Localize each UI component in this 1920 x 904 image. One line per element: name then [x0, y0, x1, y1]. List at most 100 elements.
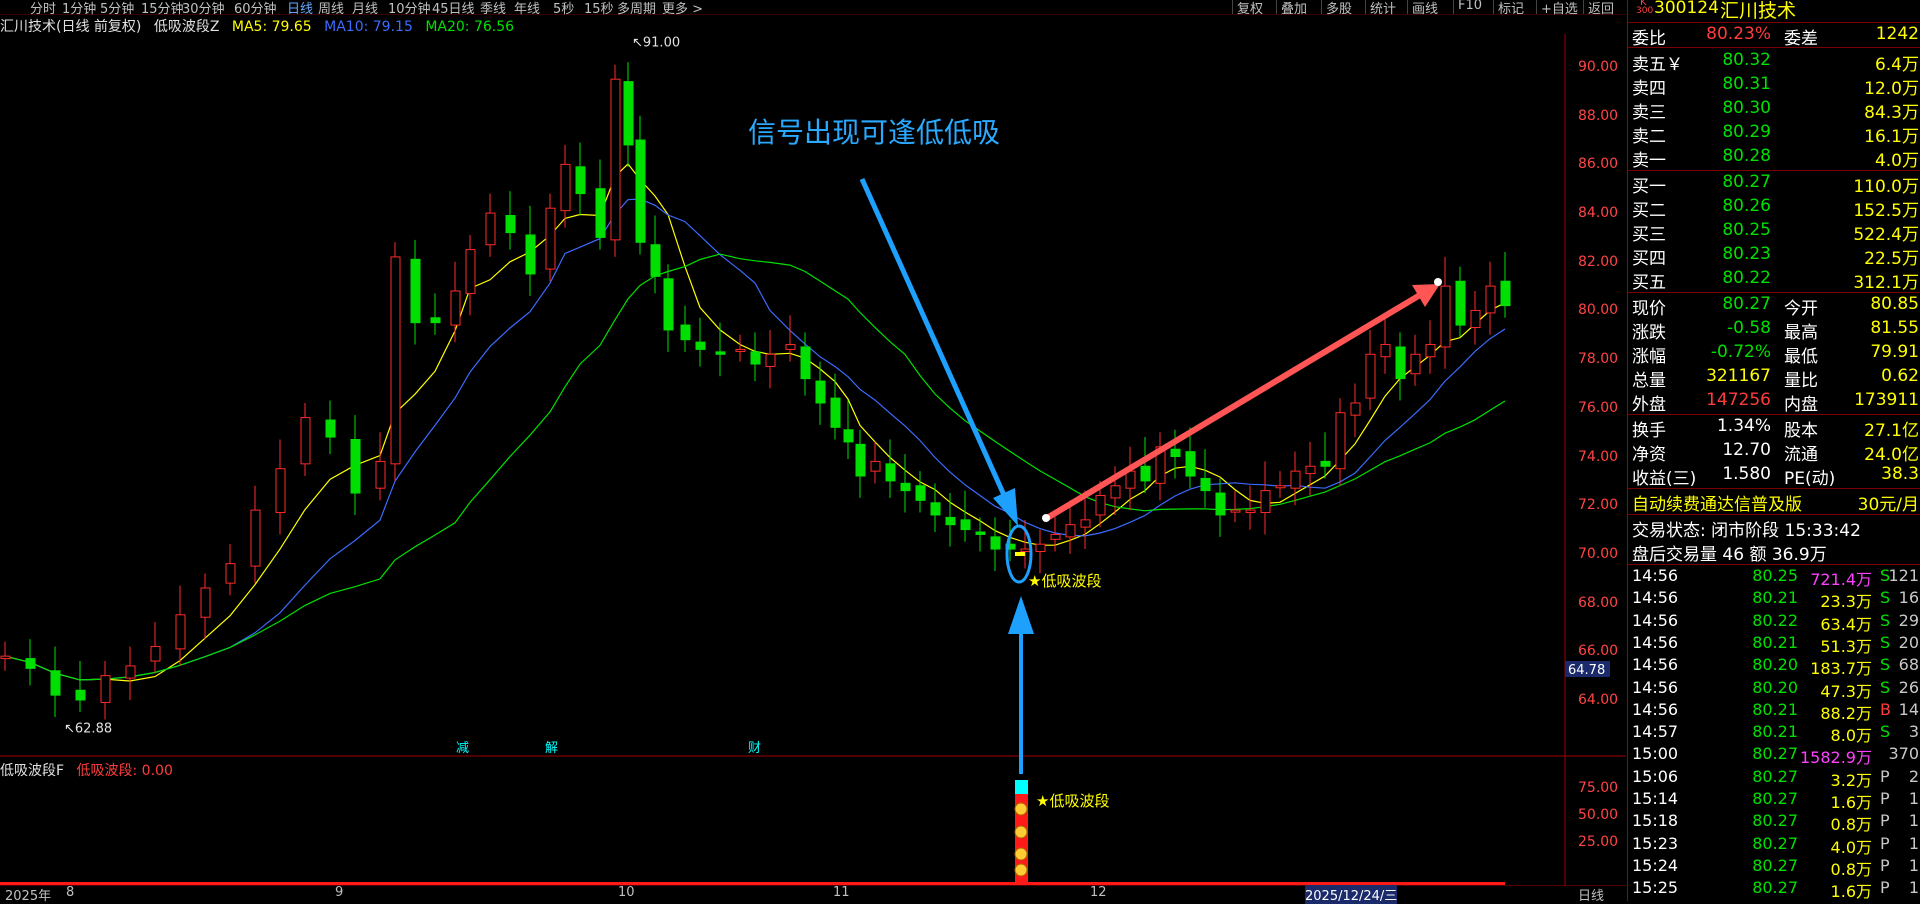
- tick-volume: 1.6万: [1830, 882, 1872, 902]
- bid-row-volume: 522.4万: [1853, 225, 1919, 245]
- tick-time: 14:56: [1632, 655, 1679, 675]
- candle-body: [1230, 509, 1241, 513]
- candle-body: [225, 563, 236, 584]
- candle-body: [1425, 344, 1436, 358]
- toolbar-button-5[interactable]: F10: [1458, 0, 1482, 13]
- fund-label: 净资: [1632, 445, 1666, 465]
- stat-label: 现价: [1632, 299, 1666, 319]
- trade-state: 交易状态: 闭市阶段 15:33:42: [1628, 516, 1920, 541]
- candle-body: [325, 419, 336, 438]
- trade-tick-row: 15:00 80.27 1582.9万 370: [1628, 744, 1920, 767]
- tick-side: B: [1880, 699, 1891, 719]
- event-mark-2: 财: [748, 741, 761, 756]
- promo-row[interactable]: 自动续费通达信普及版 30元/月: [1628, 490, 1920, 515]
- ask-row-label: 卖三: [1632, 103, 1666, 123]
- tick-time: 14:56: [1632, 566, 1679, 585]
- tick-time: 14:56: [1632, 632, 1679, 652]
- tick-volume: 63.4万: [1820, 614, 1872, 634]
- candle-body: [410, 258, 421, 324]
- candle-body: [575, 166, 586, 195]
- ask-row-volume: 84.3万: [1864, 103, 1919, 123]
- weibi-label: 委比: [1632, 29, 1666, 49]
- candle-body: [1140, 465, 1151, 482]
- trend-start-dot: [1042, 514, 1050, 522]
- divider: [1628, 292, 1920, 293]
- tick-price: 80.21: [1752, 588, 1798, 608]
- bid-row-label: 买二: [1632, 201, 1666, 221]
- weicha-label: 委差: [1784, 29, 1818, 49]
- quote-header: K 300 300124 汇川技术: [1628, 0, 1920, 22]
- stat-value: -0.72%: [1710, 342, 1771, 362]
- kline-chart[interactable]: ↖91.00 ↖62.88 减 解 财 信号出现可逢低低吸 ★低吸波段 64.78 ★低吸波段: [0, 14, 1627, 886]
- candle-body: [960, 519, 971, 531]
- candle-body: [1365, 353, 1376, 399]
- signal-label: ★低吸波段: [1028, 572, 1101, 590]
- stat-label2: 内盘: [1784, 395, 1818, 415]
- bid-row-label: 买五: [1632, 273, 1666, 293]
- candle-body: [1080, 519, 1091, 528]
- tick-price: 80.27: [1752, 744, 1798, 764]
- candle-body: [735, 348, 746, 352]
- fund-row: 换手 1.34% 股本 27.1亿: [1628, 416, 1920, 441]
- candle-body: [975, 531, 986, 535]
- candle-body: [650, 244, 661, 277]
- tick-price: 80.27: [1752, 878, 1798, 898]
- bid-row-label: 买一: [1632, 177, 1666, 197]
- candle-body: [1320, 460, 1331, 467]
- stat-label2: 最高: [1784, 323, 1818, 343]
- trade-tick-row: 15:06 80.27 3.2万 P 2: [1628, 766, 1920, 790]
- tick-volume: 1.6万: [1830, 793, 1872, 812]
- toolbar-separator: [1276, 0, 1277, 14]
- sub-base-line: [0, 882, 1505, 885]
- candle-body: [0, 655, 11, 660]
- tick-count: 14: [1898, 699, 1919, 719]
- toolbar-separator: [1232, 0, 1233, 14]
- candle-body: [1470, 309, 1481, 329]
- signal-marker: [1015, 552, 1025, 556]
- weicha-value: 1242: [1875, 24, 1919, 44]
- toolbar-separator: [1536, 0, 1537, 14]
- candle-body: [750, 351, 761, 365]
- tick-count: 20: [1898, 632, 1919, 652]
- tick-price: 80.21: [1752, 722, 1798, 742]
- ask-row-volume: 6.4万: [1874, 55, 1919, 75]
- candle-body: [1485, 285, 1496, 314]
- stat-label2: 最低: [1784, 347, 1818, 367]
- divider: [1628, 47, 1920, 48]
- divider: [1628, 170, 1920, 171]
- candle-body: [715, 351, 726, 355]
- bid-row: 买一 80.27 110.0万: [1628, 172, 1920, 197]
- period-label[interactable]: 日线: [1578, 885, 1604, 904]
- event-mark-1: 解: [545, 741, 558, 756]
- candle-body: [1260, 490, 1271, 514]
- fund-value: 1.34%: [1716, 416, 1771, 436]
- candle-body: [1350, 402, 1361, 416]
- divider: [1628, 414, 1920, 415]
- ask-row-price: 80.32: [1722, 50, 1771, 70]
- candle-body: [275, 468, 286, 514]
- stat-value: 321167: [1706, 366, 1771, 386]
- candle-body: [1170, 448, 1181, 458]
- ask-row-price: 80.31: [1722, 74, 1771, 94]
- ask-row-price: 80.30: [1722, 98, 1771, 118]
- ask-row-volume: 16.1万: [1864, 127, 1919, 147]
- fund-row: 收益(三) 1.580 PE(动) 38.3: [1628, 464, 1920, 489]
- bid-row-price: 80.22: [1722, 268, 1771, 288]
- tick-side: S: [1880, 610, 1891, 630]
- candle-body: [1050, 533, 1061, 540]
- candle-body: [1185, 451, 1196, 477]
- candle-body: [830, 397, 841, 428]
- sub-signal-top: [1015, 780, 1028, 794]
- candle-body: [75, 689, 86, 701]
- promo-price[interactable]: 30元/月: [1858, 490, 1919, 515]
- candle-body: [680, 324, 691, 341]
- tick-count: 16: [1898, 588, 1919, 608]
- tick-count: 1: [1908, 878, 1919, 898]
- stat-value: 147256: [1706, 390, 1771, 410]
- sub-indicator-name[interactable]: 低吸波段F: [0, 763, 64, 779]
- tick-side: P: [1880, 766, 1890, 786]
- sub-coin-1: [1014, 825, 1028, 839]
- fund-row: 净资 12.70 流通 24.0亿: [1628, 440, 1920, 465]
- promo-text[interactable]: 自动续费通达信普及版: [1632, 490, 1802, 515]
- tick-volume: 721.4万: [1810, 570, 1872, 589]
